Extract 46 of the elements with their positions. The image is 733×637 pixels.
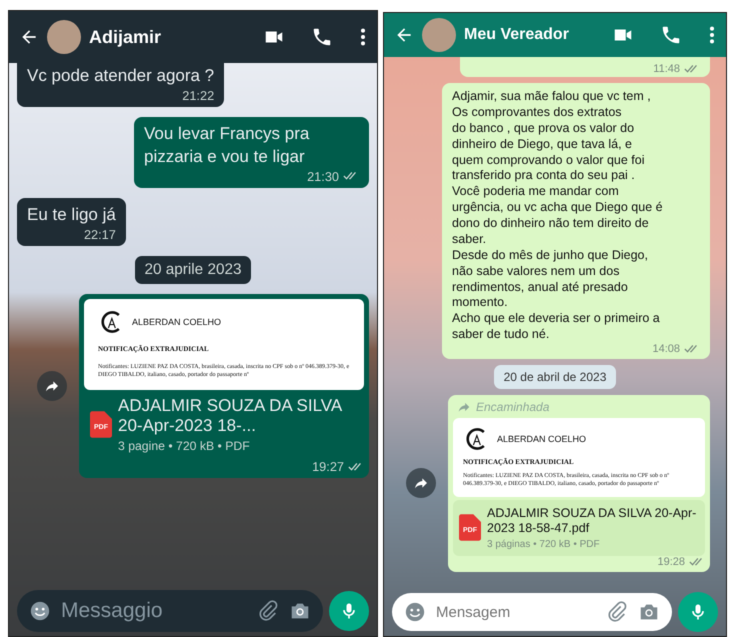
microphone-button[interactable]: [329, 591, 369, 631]
double-check-icon: [684, 344, 700, 354]
forward-arrow-icon: [457, 400, 471, 414]
message-time: 21:22: [182, 88, 214, 103]
message-time: 19:28: [657, 556, 685, 568]
double-check-icon: [348, 462, 364, 472]
message-text: Vou levar Francys pra pizzaria e vou te ligar: [144, 122, 310, 168]
letterhead-text: ALBERDAN COELHO: [132, 316, 222, 327]
pdf-file-icon: [90, 410, 112, 438]
message-time: 21:30: [307, 168, 339, 184]
message-time: 14:08: [652, 343, 680, 355]
document-bubble[interactable]: [79, 294, 369, 478]
message-time: 19:27: [312, 459, 344, 474]
message-input-field[interactable]: Messaggio: [17, 590, 323, 632]
double-check-icon: [343, 171, 359, 182]
file-name: ADJALMIR SOUZA DA SILVA 20-Apr-2023 18-58-47.pdf: [487, 506, 698, 536]
microphone-button[interactable]: [678, 592, 718, 632]
message-text: Eu te ligo já: [27, 204, 116, 226]
emoji-icon[interactable]: [29, 600, 51, 622]
forward-button[interactable]: [37, 371, 67, 402]
date-chip: 20 aprile 2023: [134, 256, 252, 284]
forward-button[interactable]: [406, 468, 436, 498]
pdf-file-icon: [459, 514, 481, 542]
date-chip: 20 de abril de 2023: [494, 365, 616, 389]
message-text: Adjamir, sua mãe falou que vc tem , Os comprovantes dos extratos do banco , que prova os valor do dinheiro de Diego, que tava lá, e quem comprovando o valor que foi transferido pra conta do seu pai . Você poderia me mandar com urgência, ou vc acha que Diego que é dono do dinheiro não tem direito de saber. Desde do mês de junho que Diego, não sabe valores nem um dos rendimentos, anual até presado momento. Acho que ele deveria ser o primeiro a saber de tudo né.: [452, 89, 664, 343]
double-check-icon: [684, 64, 700, 74]
file-details: 3 pagine • 720 kB • PDF: [118, 439, 251, 454]
paperclip-icon[interactable]: [606, 601, 628, 623]
contact-name[interactable]: Adijamir: [89, 26, 162, 48]
file-name: ADJALMIR SOUZA DA SILVA 20-Apr-2023 18-...: [118, 396, 343, 436]
contact-avatar[interactable]: [47, 20, 81, 54]
double-check-icon: [689, 556, 705, 567]
document-bubble[interactable]: [448, 395, 710, 572]
menu-icon[interactable]: [359, 26, 367, 48]
phone-icon[interactable]: [311, 26, 333, 48]
message-input[interactable]: Mensagem: [436, 604, 596, 620]
forwarded-label: Encaminhada: [476, 400, 550, 414]
message-time: 22:17: [84, 226, 116, 242]
message-input-field[interactable]: Mensagem: [392, 593, 672, 631]
paperclip-icon[interactable]: [257, 600, 279, 622]
letterhead-text: ALBERDAN COELHO: [497, 434, 586, 444]
file-details: 3 páginas • 720 kB • PDF: [487, 538, 601, 550]
contact-name[interactable]: Meu Vereador: [464, 26, 569, 44]
message-time: 11:48: [653, 63, 680, 75]
message-input[interactable]: Messaggio: [61, 599, 247, 623]
message-text: Vc pode atender agora ?: [27, 65, 214, 87]
